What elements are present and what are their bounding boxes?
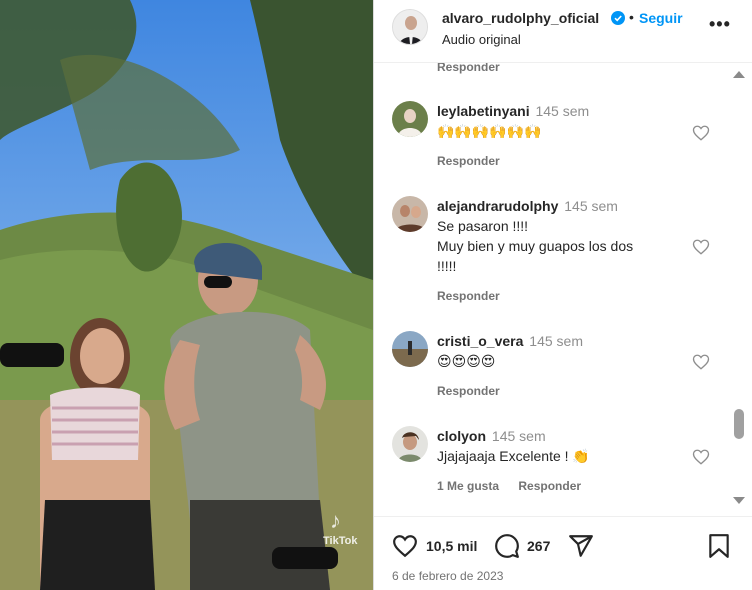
commenter-avatar[interactable] xyxy=(392,196,428,232)
scroll-thumb[interactable] xyxy=(734,409,744,439)
like-comment-heart-icon[interactable] xyxy=(692,448,710,466)
video-frame: ♪ TikTok xyxy=(0,0,373,590)
comment-text-line2: Muy bien y muy guapos los dos xyxy=(437,238,634,254)
scroll-up-arrow-icon[interactable] xyxy=(733,71,745,78)
post-header: alvaro_rudolphy_oficial • Seguir Audio o… xyxy=(374,0,752,63)
commenter-avatar[interactable] xyxy=(392,101,428,137)
header-separator: • xyxy=(629,9,634,25)
like-heart-icon[interactable] xyxy=(392,533,418,559)
like-comment-heart-icon[interactable] xyxy=(692,124,710,142)
reply-button[interactable]: Responder xyxy=(437,289,500,303)
commenter-username[interactable]: cristi_o_vera xyxy=(437,333,523,349)
post-date[interactable]: 6 de febrero de 2023 xyxy=(392,569,503,583)
comment-likes-count[interactable]: 1 Me gusta xyxy=(437,479,499,493)
follow-button[interactable]: Seguir xyxy=(639,10,683,26)
comment-time[interactable]: 145 sem xyxy=(529,333,583,349)
more-options-icon[interactable]: ••• xyxy=(709,14,731,35)
commenter-avatar[interactable] xyxy=(392,331,428,367)
comment-text: Se pasaron !!!! xyxy=(437,218,529,234)
comment-text-line3: !!!!! xyxy=(437,258,457,274)
comment-text: 😍😍😍😍 xyxy=(437,353,496,369)
reply-button[interactable]: Responder xyxy=(437,384,500,398)
audio-label[interactable]: Audio original xyxy=(442,32,521,47)
like-comment-heart-icon[interactable] xyxy=(692,238,710,256)
tiktok-watermark: TikTok xyxy=(323,535,358,547)
commenter-avatar[interactable] xyxy=(392,426,428,462)
author-username[interactable]: alvaro_rudolphy_oficial xyxy=(442,10,599,26)
commenter-username[interactable]: alejandrarudolphy xyxy=(437,198,558,214)
comments-list[interactable]: Responder leylabetinyani 145 sem 🙌🙌🙌🙌🙌🙌 … xyxy=(374,63,752,516)
share-paper-plane-icon[interactable] xyxy=(568,533,594,559)
commenter-username[interactable]: clolyon xyxy=(437,428,486,444)
video-player[interactable]: ♪ TikTok xyxy=(0,0,373,590)
reply-button[interactable]: Responder xyxy=(518,479,581,493)
author-avatar[interactable] xyxy=(392,9,428,45)
like-comment-heart-icon[interactable] xyxy=(692,353,710,371)
post-panel: alvaro_rudolphy_oficial • Seguir Audio o… xyxy=(373,0,752,590)
likes-count[interactable]: 10,5 mil xyxy=(426,538,477,554)
comments-scrollbar[interactable] xyxy=(731,63,747,516)
comment-time[interactable]: 145 sem xyxy=(535,103,589,119)
verified-badge-icon xyxy=(611,11,625,25)
scroll-down-arrow-icon[interactable] xyxy=(733,497,745,504)
reply-button[interactable]: Responder xyxy=(437,154,500,168)
post-actions: 10,5 mil 267 6 de febrero de 2023 xyxy=(374,516,752,590)
comment-bubble-icon[interactable] xyxy=(494,533,520,559)
comment-time[interactable]: 145 sem xyxy=(492,428,546,444)
comment-text: Jjajajaaja Excelente ! 👏 xyxy=(437,448,590,464)
commenter-username[interactable]: leylabetinyani xyxy=(437,103,530,119)
reply-button[interactable]: Responder xyxy=(437,63,500,74)
comments-count[interactable]: 267 xyxy=(527,538,550,554)
comment-time[interactable]: 145 sem xyxy=(564,198,618,214)
save-bookmark-icon[interactable] xyxy=(708,533,730,559)
comment-text: 🙌🙌🙌🙌🙌🙌 xyxy=(437,123,542,139)
svg-text:♪: ♪ xyxy=(330,508,341,533)
